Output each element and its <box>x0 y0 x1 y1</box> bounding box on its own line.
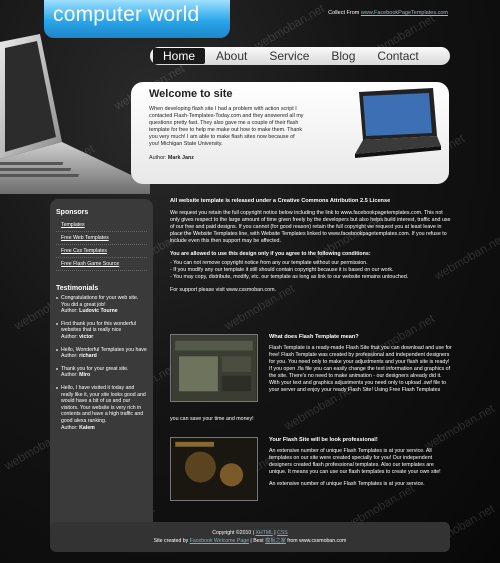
main-content: All website template is released under a… <box>170 198 452 300</box>
feature-body: Flash Template is a ready-made Flash Sit… <box>269 345 452 393</box>
watermark: webmoban.net <box>251 1 327 53</box>
facebook-welcome-link[interactable]: Facebook Welcome Page <box>190 538 249 544</box>
sponsor-item: Templates <box>56 219 147 232</box>
xhtml-link[interactable]: XHTML <box>255 530 272 536</box>
footer: Copyright ©2010 | XHTML | CSS Site creat… <box>50 522 450 552</box>
sponsor-item: Free Css Templates <box>56 245 147 258</box>
nav-home[interactable]: Home <box>153 48 205 64</box>
feature-body-2: An extensive number of unique Flash Temp… <box>269 481 425 487</box>
testimonials-title: Testimonials <box>56 285 99 292</box>
testimonial: Hello, Wonderful Templates you have Autho… <box>56 347 147 360</box>
laptop-illustration <box>0 34 150 194</box>
welcome-panel: Welcome to site When developing flash si… <box>131 82 449 184</box>
conditions-title: You are allowed to use this design only … <box>170 251 371 257</box>
collect-from: Collect From www.FacebookPageTemplates.c… <box>328 10 448 16</box>
copyright-line: Copyright ©2010 | XHTML | CSS <box>212 530 288 536</box>
welcome-text: When developing flash site I had a probl… <box>149 106 304 147</box>
feature-title: What does Flash Template mean? <box>269 334 359 340</box>
page: webmoban.net webmoban.net webmoban.net webm… <box>0 0 500 563</box>
feature-text: Your Flash Site will be look professiona… <box>269 437 452 493</box>
support-text: For support please visit www.cssmoban.co… <box>170 287 276 293</box>
testimonial: Congratulations for your web site. You d… <box>56 295 147 315</box>
nav-blog[interactable]: Blog <box>320 48 366 64</box>
sponsors-list: Templates Free Web Templates Free Css Te… <box>56 219 147 271</box>
testimonial: Hello, I have visited it today and reall… <box>56 385 147 431</box>
feature-text: What does Flash Template mean? Flash Tem… <box>269 334 452 399</box>
feature-professional: Your Flash Site will be look professiona… <box>170 437 452 517</box>
css-link[interactable]: CSS <box>277 530 288 536</box>
site-logo[interactable]: computer world <box>44 0 230 38</box>
nav-about[interactable]: About <box>205 48 258 64</box>
site-logo-text: computer world <box>53 3 200 26</box>
credits-line: Site created by Facebook Welcome Page | … <box>153 538 347 544</box>
feature-thumbnail[interactable] <box>170 334 258 402</box>
feature-tail: you can save your time and money! <box>170 416 254 422</box>
feature-thumbnail[interactable] <box>170 437 258 501</box>
nav-service[interactable]: Service <box>258 48 320 64</box>
welcome-laptop-image <box>355 88 441 158</box>
feature-flash-template: What does Flash Template mean? Flash Tem… <box>170 334 452 424</box>
moban-link[interactable]: 模板之家 <box>265 538 286 544</box>
sponsors-title: Sponsors <box>56 209 89 216</box>
license-title: All website template is released under a… <box>170 198 391 204</box>
collect-link[interactable]: www.FacebookPageTemplates.com <box>361 10 448 16</box>
nav-contact[interactable]: Contact <box>366 48 429 64</box>
feature-title: Your Flash Site will be look professiona… <box>269 437 378 443</box>
sponsor-item: Free Flash Game Source <box>56 258 147 271</box>
testimonial: Thank you for your great site. Author: Mi… <box>56 366 147 379</box>
feature-body: An extensive number of unique Flash Temp… <box>269 448 441 475</box>
sidebar: Sponsors Templates Free Web Templates Fr… <box>50 199 153 536</box>
conditions-list: - You can not remove copyright notice fr… <box>170 260 409 280</box>
main-nav: Home About Service Blog Contact <box>150 47 450 65</box>
testimonial: First thank you for this wonderful websi… <box>56 321 147 341</box>
license-text: We request you retain the full copyright… <box>170 210 451 244</box>
sponsor-item: Free Web Templates <box>56 232 147 245</box>
